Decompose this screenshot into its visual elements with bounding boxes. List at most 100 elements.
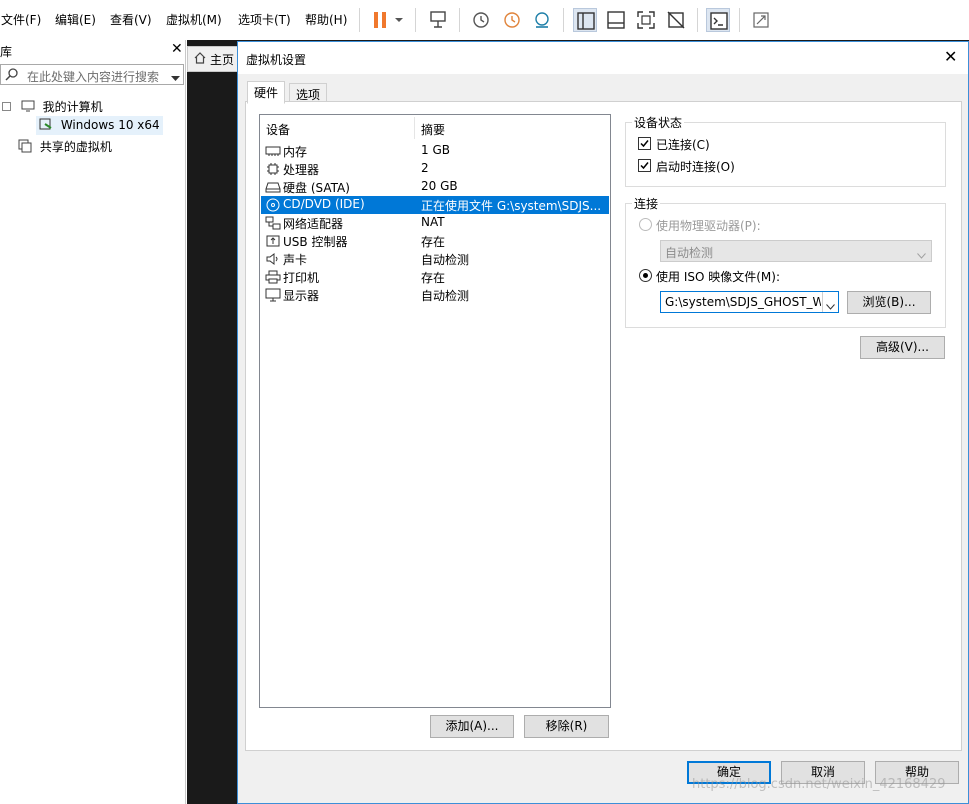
snapshot-manager-icon[interactable] xyxy=(530,8,554,32)
dialog-title-bar[interactable]: 虚拟机设置 ✕ xyxy=(238,42,968,74)
device-row[interactable]: 显示器 自动检测 xyxy=(261,286,609,304)
toolbar-separator xyxy=(697,8,698,32)
browse-button[interactable]: 浏览(B)... xyxy=(847,291,931,314)
vm-settings-dialog: 虚拟机设置 ✕ 硬件 选项 设备 摘要 内存 1 GB 处理器 2 硬盘 (SATA) 2… xyxy=(237,41,969,804)
device-row[interactable]: 内存 1 GB xyxy=(261,142,609,160)
console-view-icon[interactable] xyxy=(706,8,730,32)
close-icon[interactable]: ✕ xyxy=(944,47,957,66)
device-name: 内存 xyxy=(283,145,308,159)
tab-home-label: 主页 xyxy=(210,53,235,67)
physical-drive-select[interactable]: 自动检测 xyxy=(660,240,932,262)
network-adapter-icon xyxy=(265,216,281,230)
pause-icon[interactable] xyxy=(368,8,392,32)
search-input[interactable]: 在此处键入内容进行搜索 xyxy=(27,68,159,85)
menu-view[interactable]: 查看(V) xyxy=(110,11,152,28)
device-name: 显示器 xyxy=(283,289,320,303)
home-icon xyxy=(194,52,206,67)
iso-path-input[interactable]: G:\system\SDJS_GHOST_W xyxy=(660,291,839,313)
device-summary: 20 GB xyxy=(421,179,458,193)
device-name: CD/DVD (IDE) xyxy=(283,197,365,211)
column-header-device[interactable]: 设备 xyxy=(266,121,290,138)
connect-at-power-on-checkbox[interactable] xyxy=(638,159,651,172)
menu-edit[interactable]: 编辑(E) xyxy=(55,11,96,28)
menu-vm[interactable]: 虚拟机(M) xyxy=(166,11,222,28)
advanced-button[interactable]: 高级(V)... xyxy=(860,336,945,359)
device-status-group xyxy=(625,122,946,187)
library-title: 库 xyxy=(0,45,13,59)
chevron-down-icon[interactable] xyxy=(392,8,406,32)
device-summary: 存在 xyxy=(421,235,446,249)
menu-file[interactable]: 文件(F) xyxy=(1,11,41,28)
library-panel: 库 ✕ 在此处键入内容进行搜索 我的计算机 Windows 10 x64 共享的… xyxy=(0,40,186,804)
connected-label[interactable]: 已连接(C) xyxy=(656,136,710,153)
column-header-summary[interactable]: 摘要 xyxy=(421,121,445,138)
send-keys-icon[interactable] xyxy=(426,8,450,32)
close-icon[interactable]: ✕ xyxy=(171,41,183,57)
toolbar-separator xyxy=(359,8,360,32)
tree-item-my-computer[interactable]: 我的计算机 xyxy=(2,98,103,115)
device-name: 硬盘 (SATA) xyxy=(283,181,350,195)
device-row[interactable]: CD/DVD (IDE) 正在使用文件 G:\system\SDJS... xyxy=(261,196,609,214)
device-list[interactable]: 设备 摘要 内存 1 GB 处理器 2 硬盘 (SATA) 20 GB CD/DVD (ID… xyxy=(259,114,611,708)
physical-drive-label[interactable]: 使用物理驱动器(P): xyxy=(656,217,761,234)
device-row[interactable]: USB 控制器 存在 xyxy=(261,232,609,250)
show-library-icon[interactable] xyxy=(573,8,597,32)
connected-checkbox[interactable] xyxy=(638,137,651,150)
snapshot-icon[interactable] xyxy=(469,8,493,32)
iso-image-radio[interactable] xyxy=(639,269,652,282)
device-summary: NAT xyxy=(421,215,445,229)
device-summary: 2 xyxy=(421,161,429,175)
thumbnail-bar-icon[interactable] xyxy=(604,8,628,32)
device-name: 声卡 xyxy=(283,253,308,267)
search-icon xyxy=(5,67,19,84)
menu-tabs[interactable]: 选项卡(T) xyxy=(238,11,291,28)
device-summary: 存在 xyxy=(421,271,446,285)
device-name: 打印机 xyxy=(283,271,320,285)
iso-image-label[interactable]: 使用 ISO 映像文件(M): xyxy=(656,268,780,285)
device-row[interactable]: 硬盘 (SATA) 20 GB xyxy=(261,178,609,196)
menu-help[interactable]: 帮助(H) xyxy=(305,11,347,28)
collapse-icon[interactable] xyxy=(2,102,11,111)
menu-toolbar-bar: 文件(F) 编辑(E) 查看(V) 虚拟机(M) 选项卡(T) 帮助(H) xyxy=(0,0,969,40)
watermark: https://blog.csdn.net/weixin_42168429 xyxy=(692,777,946,792)
toolbar-separator xyxy=(459,8,460,32)
memory-icon xyxy=(265,144,281,158)
library-search[interactable]: 在此处键入内容进行搜索 xyxy=(0,64,184,85)
tree-item-vm[interactable]: Windows 10 x64 xyxy=(36,116,163,135)
combo-divider xyxy=(822,292,823,312)
remove-device-button[interactable]: 移除(R) xyxy=(524,715,609,738)
device-summary: 正在使用文件 G:\system\SDJS... xyxy=(421,199,602,213)
device-row[interactable]: 打印机 存在 xyxy=(261,268,609,286)
device-summary: 自动检测 xyxy=(421,289,470,303)
device-row[interactable]: 声卡 自动检测 xyxy=(261,250,609,268)
add-device-button[interactable]: 添加(A)... xyxy=(430,715,514,738)
column-divider[interactable] xyxy=(414,117,415,139)
device-name: 处理器 xyxy=(283,163,320,177)
physical-drive-radio[interactable] xyxy=(639,218,652,231)
chevron-down-icon[interactable] xyxy=(171,71,180,85)
device-status-title: 设备状态 xyxy=(632,114,685,131)
device-name: 网络适配器 xyxy=(283,217,344,231)
unity-icon[interactable] xyxy=(664,8,688,32)
tab-hardware[interactable]: 硬件 xyxy=(247,81,286,104)
device-row[interactable]: 处理器 2 xyxy=(261,160,609,178)
cd-dvd-icon xyxy=(265,198,281,212)
tree-item-shared-vms[interactable]: 共享的虚拟机 xyxy=(18,138,112,156)
toolbar-separator xyxy=(415,8,416,32)
toolbar-separator xyxy=(563,8,564,32)
usb-icon xyxy=(265,234,281,248)
dialog-title: 虚拟机设置 xyxy=(246,53,307,67)
shared-vms-icon xyxy=(18,139,32,156)
computer-icon xyxy=(21,100,35,115)
stretch-guest-icon[interactable] xyxy=(749,8,773,32)
tree-item-label: Windows 10 x64 xyxy=(60,118,160,132)
connect-at-power-on-label[interactable]: 启动时连接(O) xyxy=(656,158,735,175)
device-row[interactable]: 网络适配器 NAT xyxy=(261,214,609,232)
full-screen-icon[interactable] xyxy=(634,8,658,32)
tree-item-label: 共享的虚拟机 xyxy=(39,140,112,154)
revert-snapshot-icon[interactable] xyxy=(500,8,524,32)
connection-title: 连接 xyxy=(632,195,661,212)
toolbar-separator xyxy=(739,8,740,32)
device-summary: 1 GB xyxy=(421,143,450,157)
chevron-down-icon[interactable] xyxy=(826,299,835,313)
